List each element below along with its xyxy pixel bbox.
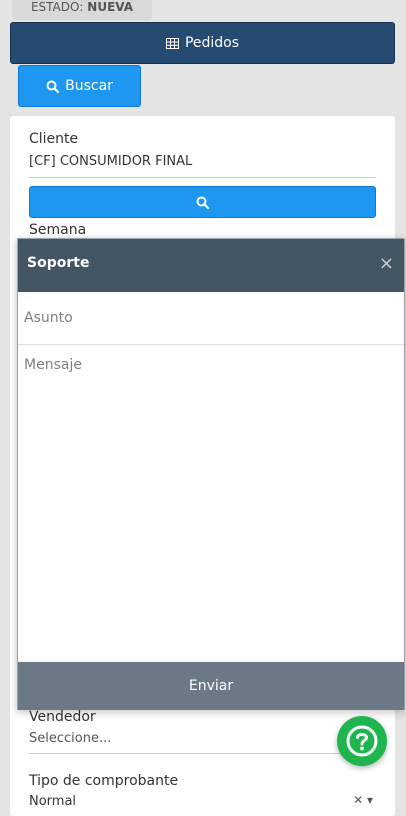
asunto-placeholder: Asunto bbox=[24, 310, 73, 326]
cliente-search-button[interactable] bbox=[29, 186, 376, 218]
enviar-button[interactable]: Enviar bbox=[18, 662, 404, 710]
buscar-button[interactable]: Buscar bbox=[18, 65, 141, 107]
modal-title: Soporte bbox=[27, 255, 90, 271]
vendedor-select[interactable]: Seleccione... bbox=[29, 731, 111, 746]
chevron-down-icon: ✕ ▾ bbox=[353, 793, 373, 807]
status-label: ESTADO: bbox=[30, 0, 84, 14]
search-icon bbox=[46, 80, 60, 93]
grid-icon bbox=[165, 37, 179, 49]
modal-header: Soporte × bbox=[18, 239, 404, 292]
support-modal: Soporte × Asunto Mensaje Enviar bbox=[17, 238, 405, 710]
mensaje-placeholder: Mensaje bbox=[24, 357, 82, 373]
buscar-label: Buscar bbox=[65, 78, 113, 94]
status-value: NUEVA bbox=[87, 0, 134, 14]
tipo-comprobante-label: Tipo de comprobante bbox=[29, 773, 179, 789]
semana-label: Semana bbox=[29, 222, 87, 238]
asunto-input[interactable]: Asunto bbox=[18, 292, 404, 345]
enviar-label: Enviar bbox=[188, 678, 234, 694]
pedidos-button[interactable]: Pedidos bbox=[10, 22, 395, 64]
cliente-underline bbox=[29, 177, 376, 178]
mensaje-textarea[interactable]: Mensaje bbox=[18, 345, 404, 661]
vendedor-underline bbox=[29, 753, 376, 754]
tipo-comprobante-select[interactable]: Normal bbox=[29, 794, 76, 809]
help-button[interactable] bbox=[337, 716, 387, 766]
vendedor-label: Vendedor bbox=[29, 709, 96, 725]
close-icon[interactable]: × bbox=[379, 253, 394, 274]
cliente-label: Cliente bbox=[29, 131, 79, 147]
pedidos-label: Pedidos bbox=[184, 35, 240, 51]
question-icon bbox=[346, 725, 378, 757]
cliente-field[interactable]: [CF] CONSUMIDOR FINAL bbox=[29, 154, 192, 169]
search-icon bbox=[196, 196, 209, 209]
status-tab: ESTADO: NUEVA bbox=[12, 0, 152, 20]
